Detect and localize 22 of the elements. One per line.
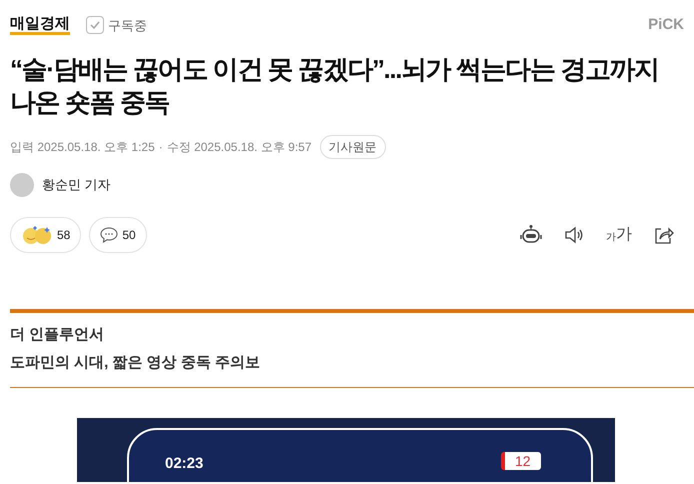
subscribe-button[interactable]: 구독중: [86, 16, 147, 35]
series-subtitle: 도파민의 시대, 짧은 영상 중독 주의보: [10, 352, 262, 372]
emoji-icon: [21, 224, 53, 244]
avatar-icon: [10, 172, 34, 196]
reporter-name[interactable]: 황순민 기자: [42, 174, 111, 194]
clock-time: 02:23: [165, 454, 204, 474]
reaction-button[interactable]: 58: [10, 216, 82, 252]
speaker-icon[interactable]: [564, 226, 584, 244]
series-title: 더 인플루언서: [10, 324, 106, 344]
chatbot-icon[interactable]: [520, 224, 542, 246]
published-date: 입력 2025.05.18. 오후 1:25: [10, 138, 155, 156]
font-size-button[interactable]: 가가: [606, 222, 632, 246]
headline: “술·담배는 끊어도 이건 못 끊겠다”...뇌가 썩는다는 경고까지 나온 숏폼 중독: [10, 52, 660, 118]
original-article-button[interactable]: 기사원문: [320, 134, 386, 158]
separator-dot: ·: [158, 138, 163, 156]
comment-button[interactable]: 50: [89, 216, 147, 252]
press-logo[interactable]: 매일경제: [10, 16, 70, 35]
pick-label: PiCK: [648, 15, 684, 35]
battery-level: 12: [501, 452, 541, 470]
share-icon[interactable]: [654, 226, 674, 244]
modified-date: 수정 2025.05.18. 오후 9:57: [166, 138, 312, 156]
comment-icon: [100, 226, 118, 242]
